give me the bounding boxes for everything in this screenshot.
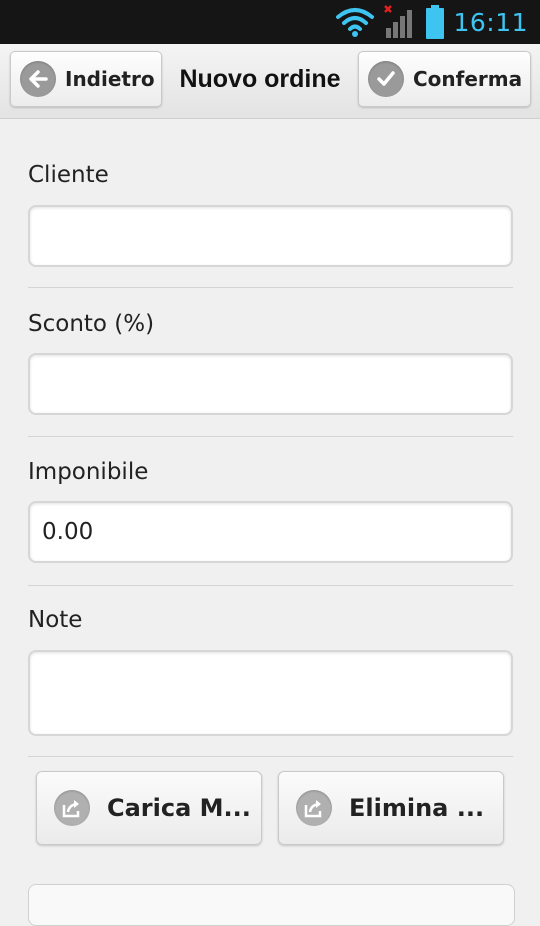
share-icon [296,790,332,826]
share-icon [54,790,90,826]
divider [28,287,513,288]
cliente-input[interactable] [28,205,513,267]
delete-button-label: Elimina ... [349,794,485,822]
cliente-label: Cliente [28,162,109,188]
battery-icon [425,5,445,39]
status-bar: 16:11 [0,0,540,44]
page-title: Nuovo ordine [179,64,341,93]
load-button[interactable]: Carica M... [36,771,262,845]
note-label: Note [28,607,83,633]
delete-button[interactable]: Elimina ... [278,771,504,845]
signal-icon [383,4,417,40]
back-button-label: Indietro [65,67,155,91]
imponibile-input[interactable] [28,501,513,563]
check-icon [368,61,404,97]
confirm-button[interactable]: Conferma [358,51,531,107]
divider [28,756,513,757]
sconto-input[interactable] [28,353,513,415]
load-button-label: Carica M... [107,794,251,822]
wifi-icon [335,6,375,38]
header-bar: Indietro Nuovo ordine Conferma [0,44,540,119]
status-time: 16:11 [453,7,528,37]
bottom-list-item[interactable] [28,884,515,926]
imponibile-label: Imponibile [28,459,149,485]
confirm-button-label: Conferma [413,67,523,91]
divider [28,436,513,437]
arrow-left-icon [20,61,56,97]
back-button[interactable]: Indietro [10,51,162,107]
note-textarea[interactable] [28,650,513,736]
divider [28,585,513,586]
sconto-label: Sconto (%) [28,311,155,337]
